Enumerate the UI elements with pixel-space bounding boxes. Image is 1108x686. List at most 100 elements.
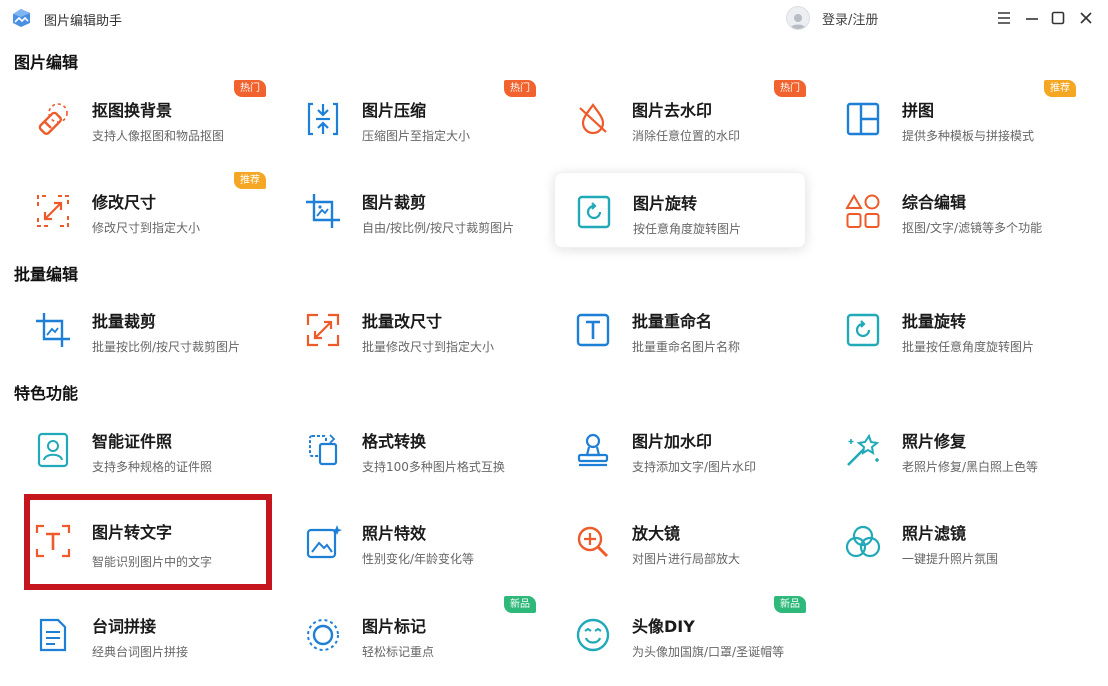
card-description: 提供多种模板与拼接模式 — [902, 129, 1035, 143]
recommend-badge: 推荐 — [234, 172, 266, 189]
magic-wand-icon — [844, 431, 882, 469]
card-description: 一键提升照片氛围 — [902, 552, 999, 566]
card-description: 轻松标记重点 — [362, 645, 435, 659]
card-format-convert[interactable]: 格式转换 支持100多种图片格式互换 — [284, 411, 536, 487]
drop-slash-icon — [574, 100, 612, 138]
smiley-icon — [574, 616, 612, 654]
app-logo-icon — [9, 6, 33, 30]
card-title: 图片去水印 — [632, 101, 713, 120]
card-batch-rotate[interactable]: 批量旋转 批量按任意角度旋转图片 — [824, 291, 1076, 367]
card-crop[interactable]: 图片裁剪 自由/按比例/按尺寸裁剪图片 — [284, 172, 536, 248]
card-description: 自由/按比例/按尺寸裁剪图片 — [362, 221, 515, 235]
card-combo-edit[interactable]: 综合编辑 抠图/文字/滤镜等多个功能 — [824, 172, 1076, 248]
crop-icon — [304, 192, 342, 230]
resize-arrows-icon — [34, 192, 72, 230]
card-line-stitch[interactable]: 台词拼接 经典台词图片拼接 — [14, 596, 266, 672]
card-avatar-diy[interactable]: 头像DIY 为头像加国旗/口罩/圣诞帽等 新品 — [554, 596, 806, 672]
card-title: 图片裁剪 — [362, 193, 427, 212]
card-photo-repair[interactable]: 照片修复 老照片修复/黑白照上色等 — [824, 411, 1076, 487]
layout-icon — [844, 100, 882, 138]
card-cutout[interactable]: 抠图换背景 支持人像抠图和物品抠图 热门 — [14, 80, 266, 156]
card-description: 批量重命名图片名称 — [632, 340, 741, 354]
card-batch-resize[interactable]: 批量改尺寸 批量修改尺寸到指定大小 — [284, 291, 536, 367]
card-description: 老照片修复/黑白照上色等 — [902, 460, 1039, 474]
card-description: 支持添加文字/图片水印 — [632, 460, 757, 474]
card-id-photo[interactable]: 智能证件照 支持多种规格的证件照 — [14, 411, 266, 487]
card-collage[interactable]: 拼图 提供多种模板与拼接模式 推荐 — [824, 80, 1076, 156]
zoom-in-icon — [574, 523, 612, 561]
card-image-to-text[interactable]: 图片转文字 智能识别图片中的文字 — [24, 500, 276, 576]
login-button[interactable]: 登录/注册 — [786, 5, 878, 31]
crop-icon — [34, 311, 72, 349]
eraser-icon — [34, 100, 72, 138]
target-icon — [304, 616, 342, 654]
stamp-icon — [574, 431, 612, 469]
card-watermark-remove[interactable]: 图片去水印 消除任意位置的水印 热门 — [554, 80, 806, 156]
rotate-icon — [575, 193, 613, 231]
card-photo-effects[interactable]: 照片特效 性别变化/年龄变化等 — [284, 503, 536, 579]
close-icon[interactable] — [1074, 6, 1098, 30]
card-description: 对图片进行局部放大 — [632, 552, 741, 566]
card-magnifier[interactable]: 放大镜 对图片进行局部放大 — [554, 503, 806, 579]
text-box-icon — [574, 311, 612, 349]
compress-icon — [304, 100, 342, 138]
hot-badge: 热门 — [234, 80, 266, 97]
recommend-badge: 推荐 — [1044, 80, 1076, 97]
card-description: 性别变化/年龄变化等 — [362, 552, 475, 566]
shapes-icon — [844, 192, 882, 230]
menu-icon[interactable] — [992, 6, 1016, 30]
avatar-icon — [786, 6, 810, 30]
card-title: 抠图换背景 — [92, 101, 173, 120]
resize-arrows-icon — [304, 311, 342, 349]
login-label: 登录/注册 — [822, 12, 879, 28]
card-description: 批量按任意角度旋转图片 — [902, 340, 1035, 354]
card-compress[interactable]: 图片压缩 压缩图片至指定大小 热门 — [284, 80, 536, 156]
card-description: 支持多种规格的证件照 — [92, 460, 213, 474]
card-description: 批量按比例/按尺寸裁剪图片 — [92, 340, 241, 354]
card-resize[interactable]: 修改尺寸 修改尺寸到指定大小 推荐 — [14, 172, 266, 248]
card-title: 图片压缩 — [362, 101, 427, 120]
minimize-icon[interactable] — [1020, 6, 1044, 30]
image-sparkle-icon — [304, 523, 342, 561]
card-title: 拼图 — [902, 101, 935, 120]
card-title: 批量裁剪 — [92, 312, 157, 331]
card-title: 放大镜 — [632, 524, 681, 543]
card-title: 批量改尺寸 — [362, 312, 443, 331]
card-title: 图片旋转 — [633, 194, 698, 213]
card-image-mark[interactable]: 图片标记 轻松标记重点 新品 — [284, 596, 536, 672]
card-title: 综合编辑 — [902, 193, 967, 212]
card-description: 为头像加国旗/口罩/圣诞帽等 — [632, 645, 785, 659]
card-rotate[interactable]: 图片旋转 按任意角度旋转图片 — [554, 172, 806, 248]
card-title: 照片修复 — [902, 432, 967, 451]
card-batch-crop[interactable]: 批量裁剪 批量按比例/按尺寸裁剪图片 — [14, 291, 266, 367]
card-description: 消除任意位置的水印 — [632, 129, 741, 143]
card-title: 照片滤镜 — [902, 524, 967, 543]
hot-badge: 热门 — [774, 80, 806, 97]
app-title: 图片编辑助手 — [44, 14, 123, 29]
card-description: 压缩图片至指定大小 — [362, 129, 471, 143]
card-batch-rename[interactable]: 批量重命名 批量重命名图片名称 — [554, 291, 806, 367]
title-bar: 图片编辑助手 登录/注册 — [0, 0, 1108, 36]
new-badge: 新品 — [504, 596, 536, 613]
document-icon — [34, 616, 72, 654]
card-title: 智能证件照 — [92, 432, 173, 451]
card-title: 图片转文字 — [92, 523, 173, 542]
card-description: 经典台词图片拼接 — [92, 645, 189, 659]
section-title-image-edit: 图片编辑 — [14, 53, 79, 72]
card-description: 智能识别图片中的文字 — [92, 555, 213, 569]
card-title: 照片特效 — [362, 524, 427, 543]
card-description: 修改尺寸到指定大小 — [92, 221, 201, 235]
convert-icon — [304, 431, 342, 469]
card-title: 格式转换 — [362, 432, 427, 451]
card-description: 支持100多种图片格式互换 — [362, 460, 505, 474]
new-badge: 新品 — [774, 596, 806, 613]
card-add-watermark[interactable]: 图片加水印 支持添加文字/图片水印 — [554, 411, 806, 487]
card-title: 头像DIY — [632, 617, 695, 636]
card-title: 批量重命名 — [632, 312, 713, 331]
maximize-icon[interactable] — [1046, 6, 1070, 30]
hot-badge: 热门 — [504, 80, 536, 97]
section-title-features: 特色功能 — [14, 384, 79, 403]
rotate-icon — [844, 311, 882, 349]
card-photo-filter[interactable]: 照片滤镜 一键提升照片氛围 — [824, 503, 1076, 579]
card-title: 图片标记 — [362, 617, 427, 636]
